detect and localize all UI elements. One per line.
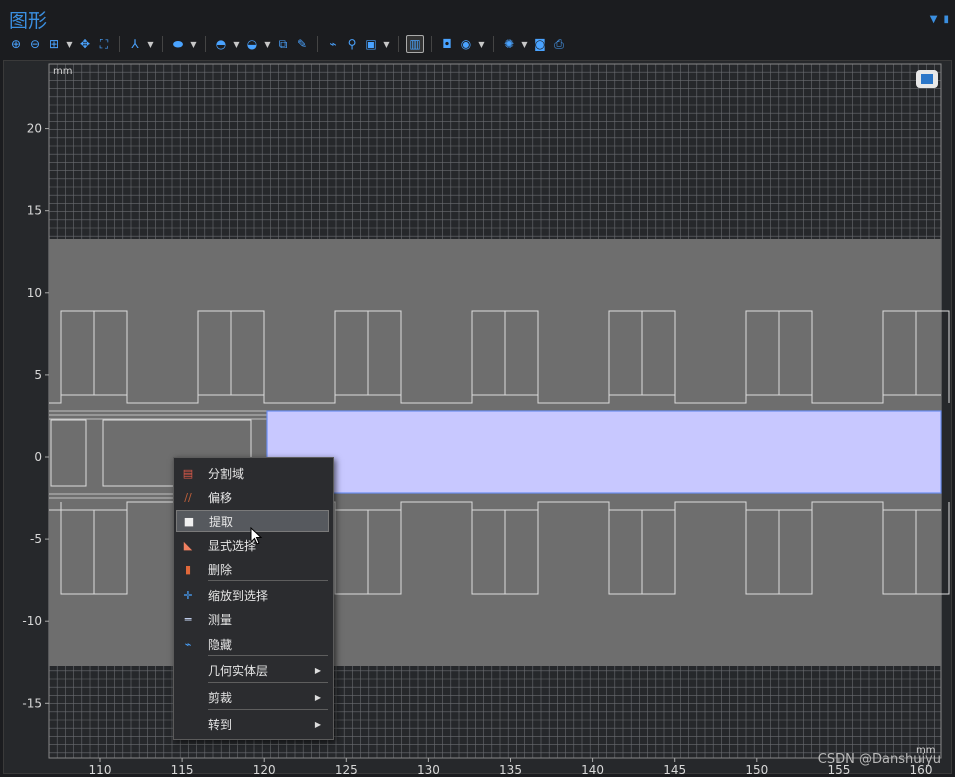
x-tick-label: 145 [663, 763, 686, 777]
hide-icon: ⌁ [184, 637, 192, 651]
context-menu-item[interactable]: 剪裁 ▶ [176, 686, 329, 708]
x-tick-label: 135 [499, 763, 522, 777]
context-menu-item-label: 隐藏 [208, 637, 233, 652]
watermark: CSDN @Danshuiyu [817, 752, 941, 767]
extract-icon: ■ [183, 514, 195, 528]
context-menu-item[interactable]: ═ 测量 [176, 608, 329, 630]
y-tick-label: -5 [30, 532, 42, 546]
y-tick-label: 0 [34, 450, 42, 464]
menu-separator [208, 580, 328, 581]
geometry-plot[interactable]: 110 115 120 125 130 135 140 145 150 155 1602015105… [0, 0, 955, 777]
context-menu-item-label: 缩放到选择 [208, 588, 269, 603]
x-tick-label: 115 [171, 763, 194, 777]
context-menu-item[interactable]: ▮ 删除 [176, 558, 329, 580]
x-tick-label: 140 [581, 763, 604, 777]
context-menu-item-label: 分割域 [208, 466, 245, 481]
partition-icon: ▤ [182, 466, 194, 480]
submenu-arrow-icon: ▶ [314, 665, 321, 675]
context-menu-item[interactable]: ⌁ 隐藏 [176, 633, 329, 655]
y-tick-label: 10 [27, 286, 42, 300]
context-menu-item-label: 剪裁 [208, 690, 233, 705]
context-menu-item[interactable]: ∕∕ 偏移 [176, 486, 329, 508]
context-menu-item-label: 转到 [208, 717, 233, 732]
measure-icon: ═ [184, 612, 192, 626]
zoom-to-selection-icon: ✛ [183, 588, 193, 602]
menu-separator [208, 682, 328, 683]
y-tick-label: 15 [27, 204, 42, 218]
menu-separator [208, 655, 328, 656]
y-unit-label: mm [53, 66, 72, 77]
context-menu-item-label: 测量 [208, 612, 233, 627]
submenu-arrow-icon: ▶ [314, 692, 321, 702]
menu-separator [208, 709, 328, 710]
offset-icon: ∕∕ [184, 490, 192, 504]
context-menu-item-label: 提取 [209, 514, 234, 529]
context-menu-item-label: 显式选择 [208, 538, 257, 553]
explicit-selection-icon: ◣ [183, 538, 193, 552]
orientation-cube-icon[interactable] [916, 70, 938, 88]
x-tick-label: 110 [89, 763, 112, 777]
mouse-cursor-icon [250, 527, 263, 545]
context-menu-item-label: 删除 [208, 562, 233, 577]
context-menu-item-label: 偏移 [208, 490, 233, 505]
y-tick-label: 20 [27, 122, 42, 136]
y-tick-label: -15 [22, 696, 42, 710]
y-tick-label: 5 [34, 368, 42, 382]
context-menu-item[interactable]: 转到 ▶ [176, 713, 329, 735]
context-menu-item[interactable]: ▤ 分割域 [176, 462, 329, 484]
x-tick-label: 150 [745, 763, 768, 777]
context-menu-item[interactable]: ✛ 缩放到选择 [176, 584, 329, 606]
submenu-arrow-icon: ▶ [314, 719, 321, 729]
delete-icon: ▮ [184, 562, 192, 576]
context-menu-item[interactable]: 几何实体层 ▶ [176, 659, 329, 681]
context-menu-item-label: 几何实体层 [208, 663, 269, 678]
x-tick-label: 120 [253, 763, 276, 777]
x-tick-label: 125 [335, 763, 358, 777]
selected-domain[interactable] [266, 410, 942, 494]
context-menu: ▤ 分割域 ∕∕ 偏移 ■ 提取 ◣ 显式选择 ▮ 删除 ✛ 缩放到选择 ═ 测量 ⌁ 隐藏几何实体层 ▶ 剪裁 ▶… [173, 457, 334, 740]
x-tick-label: 130 [417, 763, 440, 777]
y-tick-label: -10 [22, 614, 42, 628]
